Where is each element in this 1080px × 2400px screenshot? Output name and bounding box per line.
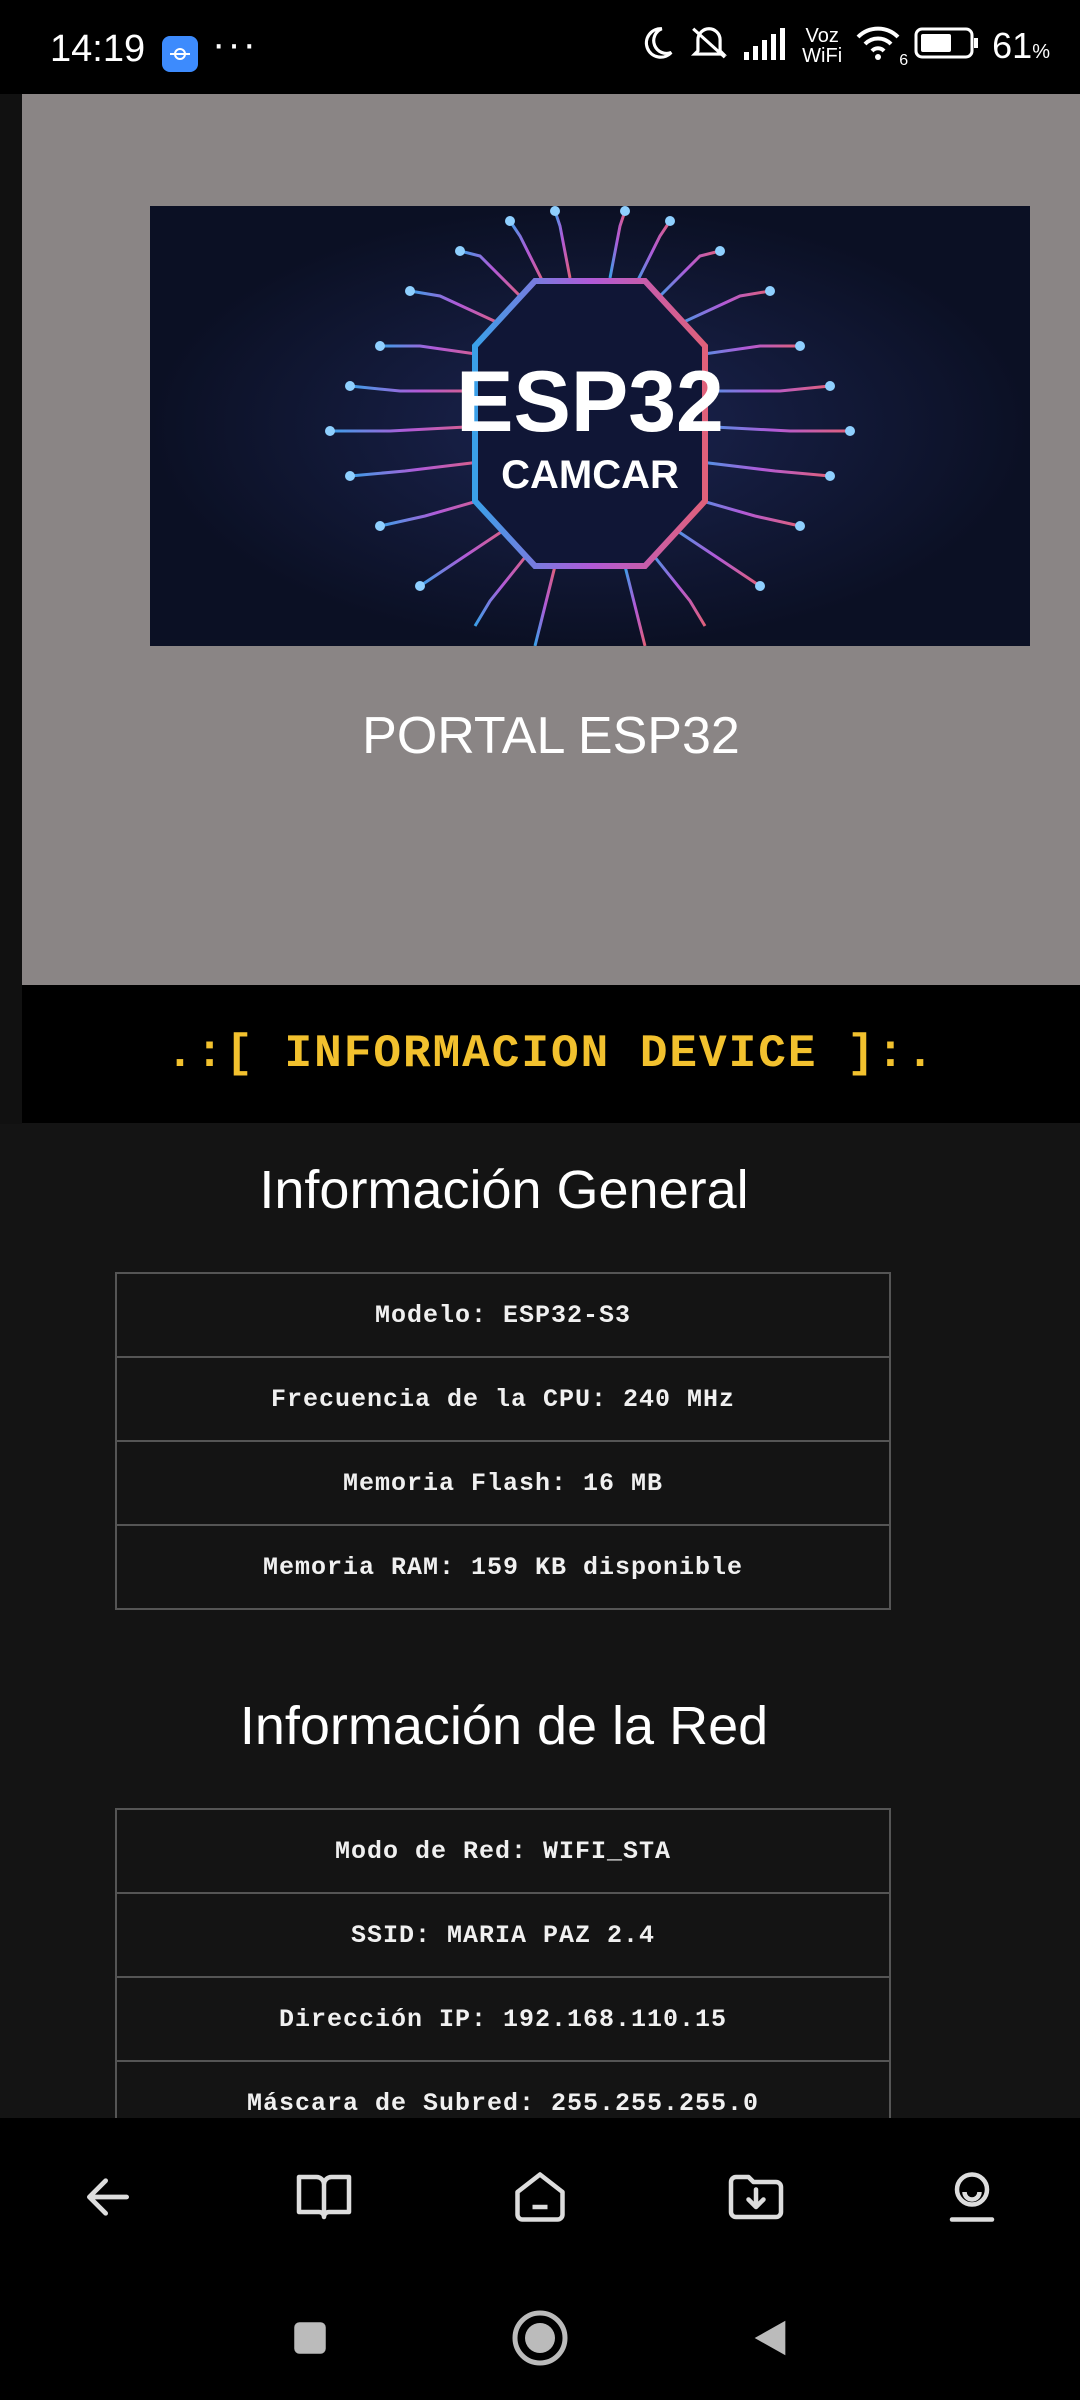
more-notifications-icon: ···	[212, 22, 258, 66]
home-circle-icon	[512, 2310, 568, 2366]
table-cell-ssid: SSID: MARIA PAZ 2.4	[115, 1892, 891, 1978]
mute-icon	[688, 24, 730, 67]
table-row: Memoria Flash: 16 MB	[115, 1440, 891, 1526]
profile-button[interactable]	[927, 2152, 1017, 2242]
wifi-sub-label: 6	[899, 52, 909, 69]
table-cell-ram-memory: Memoria RAM: 159 KB disponible	[115, 1524, 891, 1610]
table-row: Frecuencia de la CPU: 240 MHz	[115, 1356, 891, 1442]
status-bar: 14:19 ··· Voz WiFi 6 61%	[0, 0, 1080, 94]
table-row: Máscara de Subred: 255.255.255.0	[115, 2060, 891, 2118]
esp32-banner-image: ESP32 CAMCAR	[150, 206, 1030, 646]
table-row: Dirección IP: 192.168.110.15	[115, 1976, 891, 2062]
downloads-button[interactable]	[711, 2152, 801, 2242]
back-arrow-icon	[87, 2178, 129, 2216]
network-label-top: Voz	[805, 24, 839, 47]
status-icons: Voz WiFi 6 61%	[638, 24, 1050, 69]
book-icon	[296, 2174, 352, 2220]
table-cell-subnet-mask: Máscara de Subred: 255.255.255.0	[115, 2060, 891, 2118]
clock: 14:19	[50, 28, 146, 70]
table-row: SSID: MARIA PAZ 2.4	[115, 1892, 891, 1978]
battery-icon	[914, 26, 980, 65]
home-button[interactable]	[495, 2152, 585, 2242]
table-row: Memoria RAM: 159 KB disponible	[115, 1524, 891, 1610]
banner-text-esp32: ESP32	[456, 354, 724, 450]
system-home-button[interactable]	[500, 2298, 580, 2378]
hero-section: ESP32 CAMCAR PORTAL ESP32	[22, 94, 1080, 985]
battery-value: 61	[992, 24, 1033, 66]
banner-text-camcar: CAMCAR	[501, 453, 679, 497]
system-back-button[interactable]	[730, 2298, 810, 2378]
moon-icon	[638, 24, 676, 67]
info-device-text: .:[ INFORMACION DEVICE ]:.	[166, 1028, 936, 1080]
network-label-bottom: WiFi	[802, 44, 843, 67]
app-icon	[162, 36, 198, 72]
table-cell-flash-memory: Memoria Flash: 16 MB	[115, 1440, 891, 1526]
web-page[interactable]: ESP32 CAMCAR PORTAL ESP32 .:[ INFORMACIO…	[0, 94, 1080, 2118]
download-folder-icon	[728, 2174, 784, 2220]
network-info-heading: Información de la Red	[239, 1696, 769, 1756]
recents-button[interactable]	[270, 2298, 350, 2378]
network-info-table: Modo de Red: WIFI_STA SSID: MARIA PAZ 2.…	[115, 1808, 891, 2118]
table-cell-ip-address: Dirección IP: 192.168.110.15	[115, 1976, 891, 2062]
table-cell-network-mode: Modo de Red: WIFI_STA	[115, 1808, 891, 1894]
recents-icon	[294, 2322, 326, 2354]
general-info-table: Modelo: ESP32-S3 Frecuencia de la CPU: 2…	[115, 1272, 891, 1610]
browser-toolbar	[0, 2118, 1080, 2276]
system-navigation-bar	[0, 2276, 1080, 2400]
page-title: PORTAL ESP32	[362, 707, 740, 765]
back-triangle-icon	[754, 2320, 786, 2356]
circuit-chip-graphic: ESP32 CAMCAR	[150, 206, 1030, 646]
info-device-banner: .:[ INFORMACION DEVICE ]:.	[22, 985, 1080, 1123]
table-row: Modelo: ESP32-S3	[115, 1272, 891, 1358]
battery-percent: 61%	[992, 25, 1050, 67]
network-label: Voz WiFi	[802, 26, 842, 66]
battery-unit: %	[1032, 40, 1050, 63]
table-cell-cpu-frequency: Frecuencia de la CPU: 240 MHz	[115, 1356, 891, 1442]
wifi-icon: 6	[854, 25, 908, 69]
profile-icon	[949, 2172, 995, 2222]
table-row: Modo de Red: WIFI_STA	[115, 1808, 891, 1894]
page-left-edge	[0, 94, 22, 1124]
home-icon	[515, 2172, 565, 2222]
signal-icon	[742, 26, 790, 65]
general-info-heading: Información General	[259, 1160, 749, 1220]
table-cell-model: Modelo: ESP32-S3	[115, 1272, 891, 1358]
back-button[interactable]	[63, 2152, 153, 2242]
bookmarks-button[interactable]	[279, 2152, 369, 2242]
